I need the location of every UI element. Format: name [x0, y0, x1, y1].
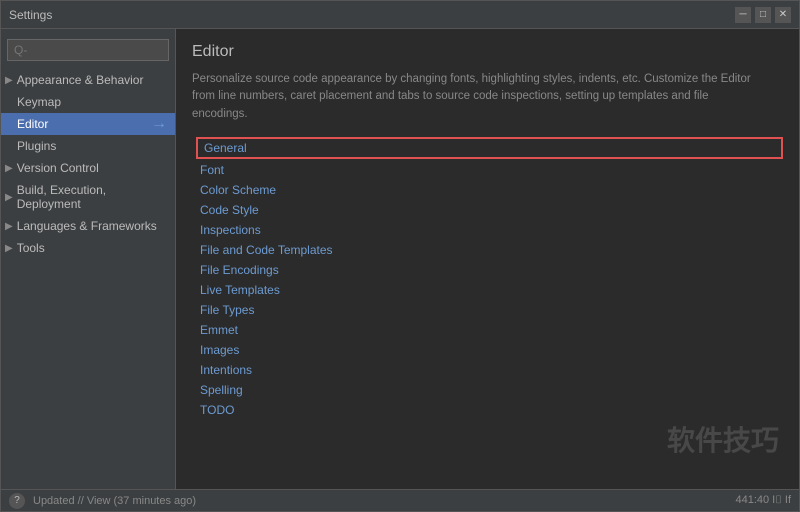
panel-description: Personalize source code appearance by ch… — [192, 71, 762, 123]
sidebar: ▶ Appearance & Behavior Keymap Editor → … — [1, 29, 176, 489]
sub-item-file-types[interactable]: File Types — [196, 301, 783, 319]
status-bar: ? Updated // View (37 minutes ago) 441:4… — [1, 489, 799, 511]
sidebar-item-tools[interactable]: ▶ Tools — [1, 237, 175, 259]
window-title: Settings — [9, 8, 52, 22]
title-bar: Settings ─ □ ✕ — [1, 1, 799, 29]
main-panel: Editor Personalize source code appearanc… — [176, 29, 799, 489]
sidebar-item-label: Version Control — [17, 161, 99, 175]
sidebar-item-label: Appearance & Behavior — [17, 73, 144, 87]
sub-item-font[interactable]: Font — [196, 161, 783, 179]
arrow-icon: ▶ — [5, 243, 13, 254]
sub-item-inspections[interactable]: Inspections — [196, 221, 783, 239]
sidebar-item-editor[interactable]: Editor → — [1, 113, 175, 135]
sub-item-todo[interactable]: TODO — [196, 401, 783, 419]
content-area: ▶ Appearance & Behavior Keymap Editor → … — [1, 29, 799, 489]
watermark: 软件技巧 — [667, 419, 779, 459]
status-text: Updated // View (37 minutes ago) — [33, 495, 196, 507]
window-controls: ─ □ ✕ — [735, 7, 791, 23]
arrow-icon: ▶ — [5, 192, 13, 203]
sub-item-code-style[interactable]: Code Style — [196, 201, 783, 219]
settings-window: Settings ─ □ ✕ ▶ Appearance & Behavior K… — [0, 0, 800, 512]
arrow-right-icon: → — [151, 115, 167, 133]
sub-item-file-encodings[interactable]: File Encodings — [196, 261, 783, 279]
sidebar-item-label: Languages & Frameworks — [17, 219, 157, 233]
close-button[interactable]: ✕ — [775, 7, 791, 23]
status-right: 441:40 I⌷ If — [735, 494, 791, 507]
sub-item-live-templates[interactable]: Live Templates — [196, 281, 783, 299]
search-input[interactable] — [7, 39, 169, 61]
sub-item-color-scheme[interactable]: Color Scheme — [196, 181, 783, 199]
sidebar-item-version-control[interactable]: ▶ Version Control — [1, 157, 175, 179]
help-icon[interactable]: ? — [9, 493, 25, 509]
sidebar-item-label: Tools — [17, 241, 45, 255]
sub-item-emmet[interactable]: Emmet — [196, 321, 783, 339]
sidebar-item-label: Keymap — [17, 95, 61, 109]
sidebar-item-appearance[interactable]: ▶ Appearance & Behavior — [1, 69, 175, 91]
sidebar-item-plugins[interactable]: Plugins — [1, 135, 175, 157]
sidebar-item-label: Build, Execution, Deployment — [17, 183, 167, 211]
sidebar-item-build[interactable]: ▶ Build, Execution, Deployment — [1, 179, 175, 215]
arrow-icon: ▶ — [5, 163, 13, 174]
sidebar-item-keymap[interactable]: Keymap — [1, 91, 175, 113]
sub-item-images[interactable]: Images — [196, 341, 783, 359]
sub-item-general[interactable]: General — [196, 137, 783, 159]
sub-item-spelling[interactable]: Spelling — [196, 381, 783, 399]
sidebar-item-languages[interactable]: ▶ Languages & Frameworks — [1, 215, 175, 237]
sub-item-intentions[interactable]: Intentions — [196, 361, 783, 379]
maximize-button[interactable]: □ — [755, 7, 771, 23]
panel-title: Editor — [192, 43, 783, 61]
sub-item-file-code-templates[interactable]: File and Code Templates — [196, 241, 783, 259]
minimize-button[interactable]: ─ — [735, 7, 751, 23]
arrow-icon: ▶ — [5, 75, 13, 86]
status-left: ? Updated // View (37 minutes ago) — [9, 493, 196, 509]
arrow-icon: ▶ — [5, 221, 13, 232]
sidebar-item-label: Editor — [17, 117, 48, 131]
sub-items-list: General Font Color Scheme Code Style Ins… — [192, 137, 783, 419]
sidebar-item-label: Plugins — [17, 139, 56, 153]
